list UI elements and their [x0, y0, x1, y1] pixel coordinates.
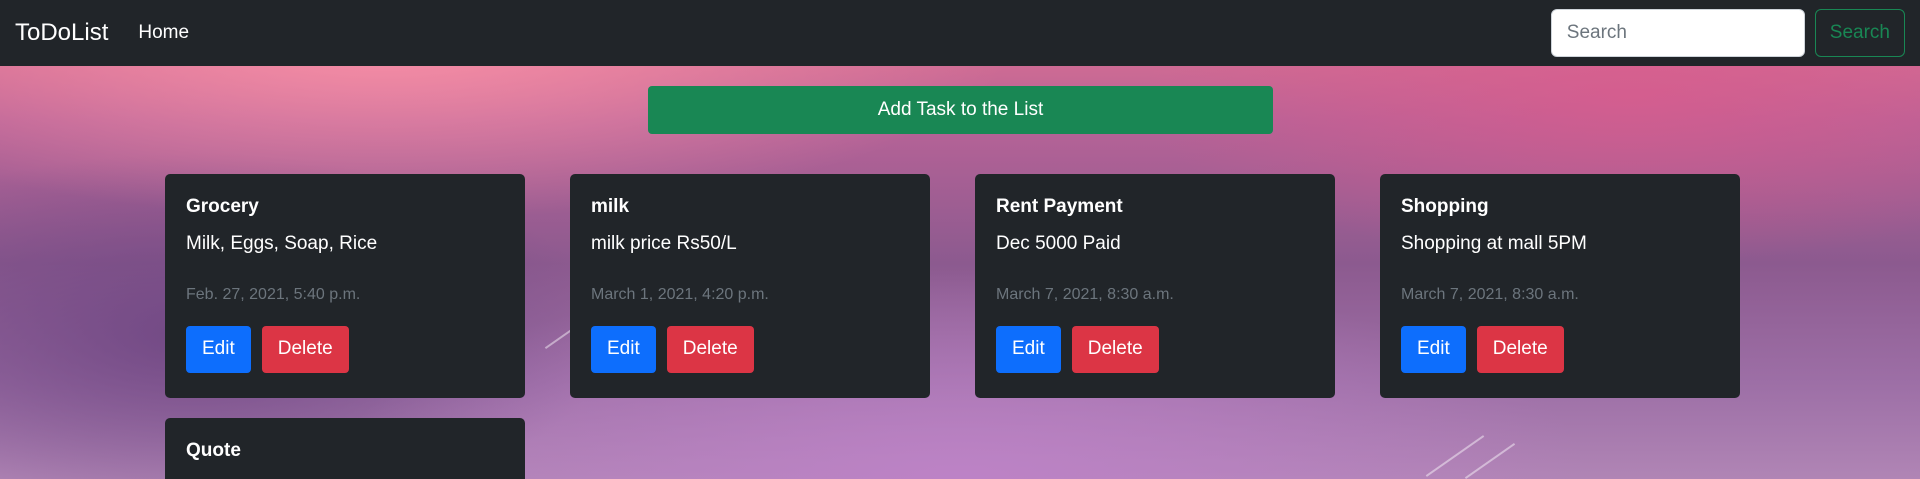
task-title: Rent Payment [996, 196, 1123, 217]
task-actions: Edit Delete [591, 325, 909, 373]
add-task-button[interactable]: Add Task to the List [648, 86, 1273, 134]
task-description: Shopping at mall 5PM [1401, 232, 1587, 254]
task-date: March 7, 2021, 8:30 a.m. [1401, 285, 1579, 303]
task-card: milk milk price Rs50/L March 1, 2021, 4:… [570, 174, 930, 398]
task-date: Feb. 27, 2021, 5:40 p.m. [186, 285, 361, 303]
task-card: Rent Payment Dec 5000 Paid March 7, 2021… [975, 174, 1335, 398]
task-description: Milk, Eggs, Soap, Rice [186, 232, 378, 254]
task-actions: Edit Delete [1401, 325, 1719, 373]
task-card: Grocery Milk, Eggs, Soap, Rice Feb. 27, … [165, 174, 525, 398]
task-card: Shopping Shopping at mall 5PM March 7, 2… [1380, 174, 1740, 398]
delete-button[interactable]: Delete [261, 325, 349, 373]
task-title: Grocery [186, 196, 259, 217]
task-date: March 1, 2021, 4:20 p.m. [591, 285, 769, 303]
search-button[interactable]: Search [1814, 9, 1905, 57]
task-actions: Edit Delete [186, 325, 504, 373]
edit-button[interactable]: Edit [591, 325, 656, 373]
edit-button[interactable]: Edit [186, 325, 251, 373]
task-description: milk price Rs50/L [591, 232, 737, 254]
delete-button[interactable]: Delete [1071, 325, 1159, 373]
navbar: ToDoList Home Search [0, 0, 1920, 66]
task-card: Quote [165, 418, 525, 479]
task-title: Quote [186, 440, 241, 461]
task-date: March 7, 2021, 8:30 a.m. [996, 285, 1174, 303]
task-title: milk [591, 196, 630, 217]
search-form: Search [1550, 9, 1905, 57]
edit-button[interactable]: Edit [996, 325, 1061, 373]
nav-home-link[interactable]: Home [138, 22, 189, 44]
delete-button[interactable]: Delete [666, 325, 754, 373]
background-streak [1464, 442, 1516, 479]
task-title: Shopping [1401, 196, 1489, 217]
search-input[interactable] [1550, 9, 1805, 57]
delete-button[interactable]: Delete [1476, 325, 1564, 373]
task-actions: Edit Delete [996, 325, 1314, 373]
task-description: Dec 5000 Paid [996, 232, 1121, 254]
edit-button[interactable]: Edit [1401, 325, 1466, 373]
brand-link[interactable]: ToDoList [15, 19, 108, 47]
